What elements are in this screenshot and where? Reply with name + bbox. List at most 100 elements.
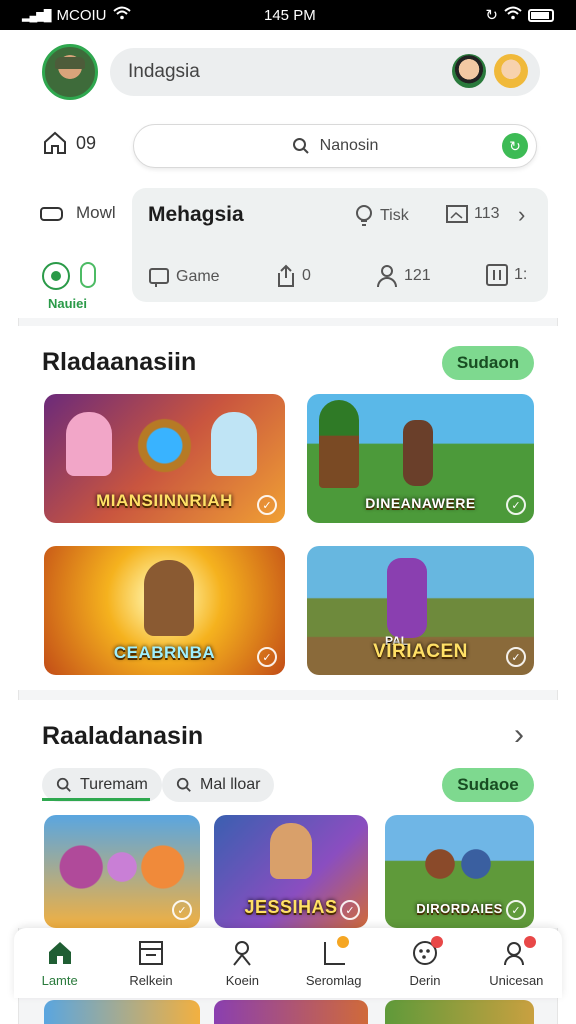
notification-badge-red-2 [523, 936, 536, 948]
section-1-button[interactable]: Sudaon [442, 346, 534, 380]
wifi-icon-right [504, 6, 522, 24]
wifi-icon [112, 6, 131, 24]
chip-turemam[interactable]: Turemam [42, 768, 162, 802]
panel-chevron-icon[interactable]: › [518, 202, 525, 228]
notification-badge-red [430, 936, 443, 948]
friend-avatar-2[interactable] [494, 54, 528, 88]
soldier-figures [413, 829, 503, 899]
game-item[interactable]: Game [148, 266, 220, 288]
capsule-icon [80, 262, 96, 288]
nav-item-koein[interactable]: Koein [197, 928, 288, 998]
game-card-3[interactable]: CEABRNBA ✓ [44, 546, 285, 675]
home-count: 09 [76, 132, 97, 153]
search-icon [176, 777, 191, 792]
refresh-badge-icon[interactable]: ↻ [502, 133, 528, 159]
chip-mal-lloar[interactable]: Mal lloar [162, 768, 275, 802]
friend-avatar-1[interactable] [452, 54, 486, 88]
top-search-text: Indagsia [128, 61, 200, 82]
person-icon [233, 940, 252, 966]
image-icon [446, 205, 468, 223]
users-item[interactable]: 121 [376, 264, 431, 288]
users-count: 121 [404, 267, 431, 284]
secondary-search-input[interactable]: Nanosin ↻ [133, 124, 537, 168]
hero-figure-right [211, 412, 257, 476]
home-icon [48, 941, 71, 964]
check-icon: ✓ [340, 900, 360, 920]
mowl-item[interactable]: Mowl [40, 202, 116, 224]
game-card-3-title: CEABRNBA [113, 643, 216, 662]
mowl-label: Mowl [76, 203, 116, 222]
share-icon [278, 264, 294, 287]
game-card-5[interactable]: ✓ [44, 815, 200, 928]
tisk-item[interactable]: Tisk [354, 204, 409, 228]
nav-item-seromlag[interactable]: Seromlag [288, 928, 379, 998]
check-icon: ✓ [506, 495, 526, 515]
pause-count: 1: [514, 266, 528, 283]
search-placeholder: Nanosin [319, 137, 379, 154]
panel-title: Mehagsia [148, 203, 244, 226]
target-icon [42, 262, 70, 290]
home-outline-icon [44, 131, 66, 154]
check-icon: ✓ [257, 495, 277, 515]
warrior-figure [403, 420, 433, 486]
active-nav-indicator[interactable] [42, 262, 96, 290]
nav-label-koein: Koein [225, 972, 259, 988]
home-counter[interactable]: 09 [42, 130, 96, 156]
sync-icon: ↻ [485, 7, 498, 24]
nav-item-derin[interactable]: Derin [379, 928, 470, 998]
section-2-button[interactable]: Sudaoe [442, 768, 534, 802]
calendar-icon [138, 940, 163, 965]
person-icon [377, 265, 397, 288]
game-card-2[interactable]: DINEANAWERE ✓ [307, 394, 534, 523]
share-count: 0 [302, 267, 311, 284]
nav-label-seromlag: Seromlag [305, 972, 362, 988]
game-card-2-title: DINEANAWERE [365, 495, 476, 511]
check-icon: ✓ [506, 900, 526, 920]
carrier-name: MCOIU [56, 6, 107, 24]
hero-figure-left [66, 412, 112, 476]
chip-active-underline [42, 798, 150, 801]
game-label: Game [176, 268, 220, 285]
nav-label-unicesan: Unicesan [489, 972, 544, 988]
cowboy-figure [144, 560, 194, 636]
share-item[interactable]: 0 [276, 264, 311, 288]
check-icon: ✓ [257, 647, 277, 667]
hero-helmet-figure [270, 823, 312, 879]
peek-card-2 [214, 1000, 368, 1024]
clock-time: 145 PM [264, 6, 316, 24]
section-1-title: Rladaanasiin [42, 348, 197, 376]
chat-icon [40, 207, 63, 221]
kids-figures [54, 839, 190, 909]
section-2-chevron-icon[interactable]: › [514, 718, 524, 752]
game-card-6[interactable]: JESSIHAS ✓ [214, 815, 368, 928]
peek-card-1 [44, 1000, 200, 1024]
nav-label-derin: Derin [409, 972, 441, 988]
bottom-navigation: Lamte Relkein Koein Seromlag Derin Unice… [14, 928, 562, 998]
profile-avatar[interactable] [42, 44, 98, 100]
robot-figure [387, 558, 427, 638]
search-icon [56, 777, 71, 792]
nav-item-relkein[interactable]: Relkein [105, 928, 196, 998]
pause-item[interactable]: 1: [486, 264, 527, 286]
game-card-4[interactable]: PAL VIRIACEN ✓ [307, 546, 534, 675]
game-card-4-title: VIRIACEN [373, 641, 468, 662]
chip-2-label: Mal lloar [200, 776, 261, 793]
nav-label-lamte: Lamte [41, 972, 78, 988]
check-icon: ✓ [172, 900, 192, 920]
signal-icon: ▂▄▆█ [22, 9, 51, 22]
section-2-title: Raaladanasin [42, 722, 204, 750]
game-card-1[interactable]: MIANSIINNRIAH ✓ [44, 394, 285, 523]
check-icon: ✓ [506, 647, 526, 667]
search-icon [292, 138, 309, 154]
game-card-1-title: MIANSIINNRIAH [96, 491, 233, 510]
pause-icon [486, 264, 508, 286]
image-count: 113 [474, 205, 500, 222]
image-count-item[interactable]: 113 [446, 204, 500, 224]
nav-item-lamte[interactable]: Lamte [14, 928, 105, 998]
active-nav-label: Nauiei [48, 296, 88, 311]
tisk-label: Tisk [380, 207, 409, 224]
game-card-7[interactable]: DIRORDAIES ✓ [385, 815, 534, 928]
palm-tree [319, 400, 359, 488]
bulb-icon [356, 205, 372, 226]
nav-item-unicesan[interactable]: Unicesan [471, 928, 562, 998]
